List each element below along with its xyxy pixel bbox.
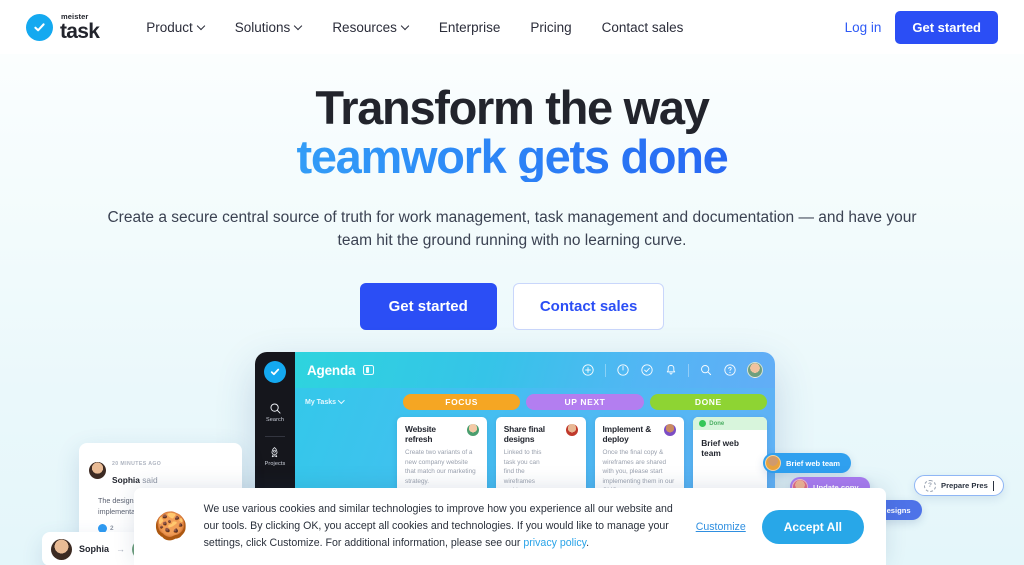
hero-cta-group: Get started Contact sales	[0, 282, 1024, 330]
nav-item-resources-label: Resources	[332, 19, 397, 35]
nav-item-product-label: Product	[146, 19, 193, 35]
chevron-down-icon	[339, 398, 346, 405]
sidebar-item-projects-label: Projects	[264, 461, 286, 467]
check-circle-icon[interactable]	[640, 363, 654, 377]
app-header: Agenda	[295, 352, 775, 388]
cookie-text-end: .	[586, 536, 590, 549]
comment-author-name: Sophia	[112, 475, 140, 485]
avatar[interactable]	[664, 424, 677, 436]
nav-get-started-button[interactable]: Get started	[895, 10, 998, 44]
unassigned-task-label: Prepare Pres	[941, 481, 988, 490]
header-divider	[688, 363, 689, 377]
task-chip-label: Brief web team	[786, 458, 841, 468]
chevron-down-icon	[198, 23, 205, 30]
bell-icon[interactable]	[664, 363, 678, 377]
done-task-title: Brief web team	[701, 438, 739, 458]
board-view-icon[interactable]	[363, 365, 375, 375]
privacy-policy-link[interactable]: privacy policy	[523, 537, 586, 549]
chevron-down-icon	[402, 23, 409, 30]
power-icon[interactable]	[616, 363, 630, 377]
header-divider	[605, 363, 606, 377]
avatar[interactable]	[747, 362, 763, 378]
sidebar-item-projects[interactable]: Projects	[265, 446, 286, 467]
nav-right-actions: Log in Get started	[845, 10, 998, 44]
nav-links: Product Solutions Resources Enterprise P…	[131, 14, 698, 41]
arrow-right-icon: →	[116, 544, 126, 554]
logo-meister-text: meister	[61, 11, 89, 21]
task-chip[interactable]: Brief web team	[763, 453, 852, 473]
avatar[interactable]	[89, 461, 106, 479]
column-header-up-next[interactable]: UP NEXT	[526, 394, 644, 410]
comment-author: Sophia said	[112, 475, 158, 485]
task-card-header: Website refresh	[405, 424, 479, 444]
avatar[interactable]	[466, 424, 479, 436]
task-card-title: Share final designs	[503, 424, 545, 444]
cookie-text-body: We use various cookies and similar techn…	[203, 503, 673, 549]
meistertask-check-icon	[26, 13, 53, 41]
search-icon	[269, 403, 281, 414]
search-icon[interactable]	[699, 363, 713, 377]
column-header-done[interactable]: DONE	[649, 394, 767, 410]
nav-item-contact-sales[interactable]: Contact sales	[587, 14, 699, 41]
board-column-headers: My Tasks FOCUS UP NEXT DONE	[305, 394, 767, 410]
accept-all-cookies-button[interactable]: Accept All	[761, 509, 864, 544]
cookie-banner-text: We use various cookies and similar techn…	[204, 501, 680, 551]
nav-item-solutions-label: Solutions	[234, 19, 291, 35]
hero-section: Transform the way teamwork gets done Cre…	[0, 54, 1024, 330]
plus-circle-icon[interactable]	[581, 363, 595, 377]
check-circle-icon	[699, 420, 707, 427]
nav-item-enterprise[interactable]: Enterprise	[424, 14, 516, 41]
nav-item-product[interactable]: Product	[131, 14, 220, 41]
comment-timestamp: 20 MINUTES AGO	[112, 461, 162, 467]
task-card-title: Website refresh	[405, 424, 436, 444]
task-card-description: Create two variants of a new company web…	[405, 449, 476, 485]
column-header-focus[interactable]: FOCUS	[403, 394, 521, 410]
avatar[interactable]	[565, 424, 578, 436]
my-tasks-label: My Tasks	[305, 398, 336, 406]
sidebar-item-search[interactable]: Search	[266, 402, 284, 423]
logo[interactable]: meister task	[26, 11, 100, 44]
hero-get-started-button[interactable]: Get started	[359, 282, 497, 330]
task-card-title: Implement & deploy	[602, 424, 652, 444]
sidebar-divider	[265, 436, 285, 437]
app-logo-icon	[264, 361, 286, 383]
login-link[interactable]: Log in	[845, 20, 882, 35]
my-tasks-filter[interactable]: My Tasks	[305, 399, 397, 406]
customize-cookies-link[interactable]: Customize	[696, 521, 746, 533]
comment-header: 20 MINUTES AGO Sophia said	[89, 452, 232, 488]
text-caret	[992, 480, 994, 491]
comment-said-label: said	[139, 475, 158, 485]
avatar	[51, 538, 72, 560]
hero-title-line-2: teamwork gets done	[0, 132, 1024, 182]
done-badge-label: Done	[709, 420, 725, 427]
assignment-name: Sophia	[79, 544, 110, 554]
top-navigation-bar: meister task Product Solutions Resources…	[0, 0, 1024, 54]
done-status-badge: Done	[693, 417, 767, 430]
page-title: Transform the way teamwork gets done	[0, 81, 1024, 182]
question-mark-icon: ?	[924, 479, 936, 492]
nav-item-pricing[interactable]: Pricing	[515, 14, 586, 41]
help-circle-icon[interactable]	[723, 363, 737, 377]
app-board-title: Agenda	[307, 362, 356, 378]
unassigned-task-chip[interactable]: ? Prepare Pres	[914, 475, 1004, 496]
sidebar-item-search-label: Search	[265, 417, 285, 423]
logo-task-text: task	[60, 20, 100, 44]
nav-item-solutions[interactable]: Solutions	[220, 14, 318, 41]
logo-wordmark: meister task	[60, 11, 100, 44]
comment-meta: 20 MINUTES AGO Sophia said	[112, 452, 161, 488]
avatar	[765, 455, 781, 471]
task-card-header: Implement & deploy	[603, 424, 677, 444]
hero-subtitle: Create a secure central source of truth …	[107, 208, 917, 250]
chevron-down-icon	[295, 23, 302, 30]
hero-contact-sales-button[interactable]: Contact sales	[512, 282, 665, 330]
hero-title-line-1: Transform the way	[315, 81, 710, 134]
rocket-icon	[272, 447, 278, 458]
cookie-consent-banner: 🍪 We use various cookies and similar tec…	[134, 488, 886, 565]
task-card-header: Share final designs	[504, 424, 578, 444]
app-header-icons	[581, 362, 763, 378]
cookie-icon: 🍪	[154, 511, 188, 541]
nav-item-resources[interactable]: Resources	[317, 14, 424, 41]
